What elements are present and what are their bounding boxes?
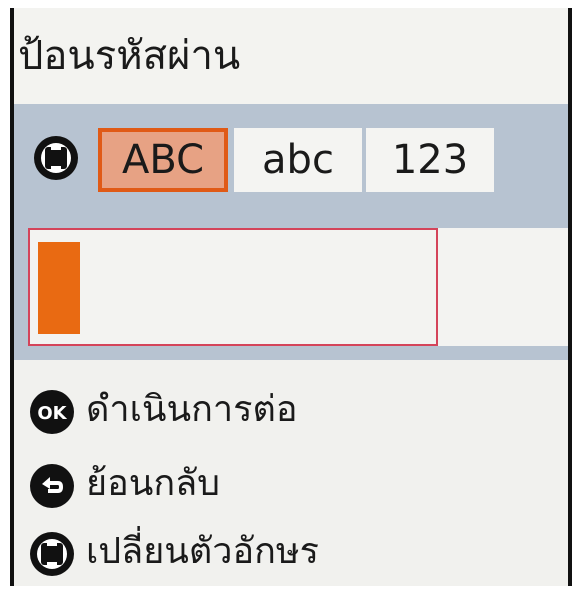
tab-uppercase[interactable]: ABC — [98, 128, 228, 192]
input-mode-row: ABC abc 123 — [14, 120, 568, 198]
action-change-characters[interactable]: เปลี่ยนตัวอักษร — [22, 520, 562, 584]
action-back-label: ย้อนกลับ — [86, 463, 221, 504]
mode-switch-icon — [34, 136, 78, 180]
ok-button-icon: OK — [30, 390, 74, 434]
password-input[interactable] — [28, 228, 438, 346]
action-change-characters-label: เปลี่ยนตัวอักษร — [86, 531, 319, 572]
password-input-area — [28, 228, 568, 346]
tab-numbers[interactable]: 123 — [366, 128, 494, 192]
action-continue[interactable]: OK ดำเนินการต่อ — [22, 378, 562, 442]
action-back[interactable]: ย้อนกลับ — [22, 452, 562, 516]
back-button-icon — [30, 464, 74, 508]
action-list: OK ดำเนินการต่อ ย้อนกลับ เปลี่ยนตัวอักษร — [14, 360, 568, 586]
mode-switch-icon — [30, 532, 74, 576]
action-continue-label: ดำเนินการต่อ — [86, 389, 298, 430]
device-frame: ป้อนรหัสผ่าน ABC abc 123 OK ดำเนินการต่อ… — [0, 0, 579, 591]
text-cursor — [38, 242, 80, 334]
tab-lowercase[interactable]: abc — [234, 128, 362, 192]
lcd-screen: ป้อนรหัสผ่าน ABC abc 123 OK ดำเนินการต่อ… — [10, 8, 572, 586]
password-entry-panel: ABC abc 123 — [14, 104, 568, 360]
svg-text:OK: OK — [37, 403, 67, 424]
page-title: ป้อนรหัสผ่าน — [14, 8, 568, 104]
